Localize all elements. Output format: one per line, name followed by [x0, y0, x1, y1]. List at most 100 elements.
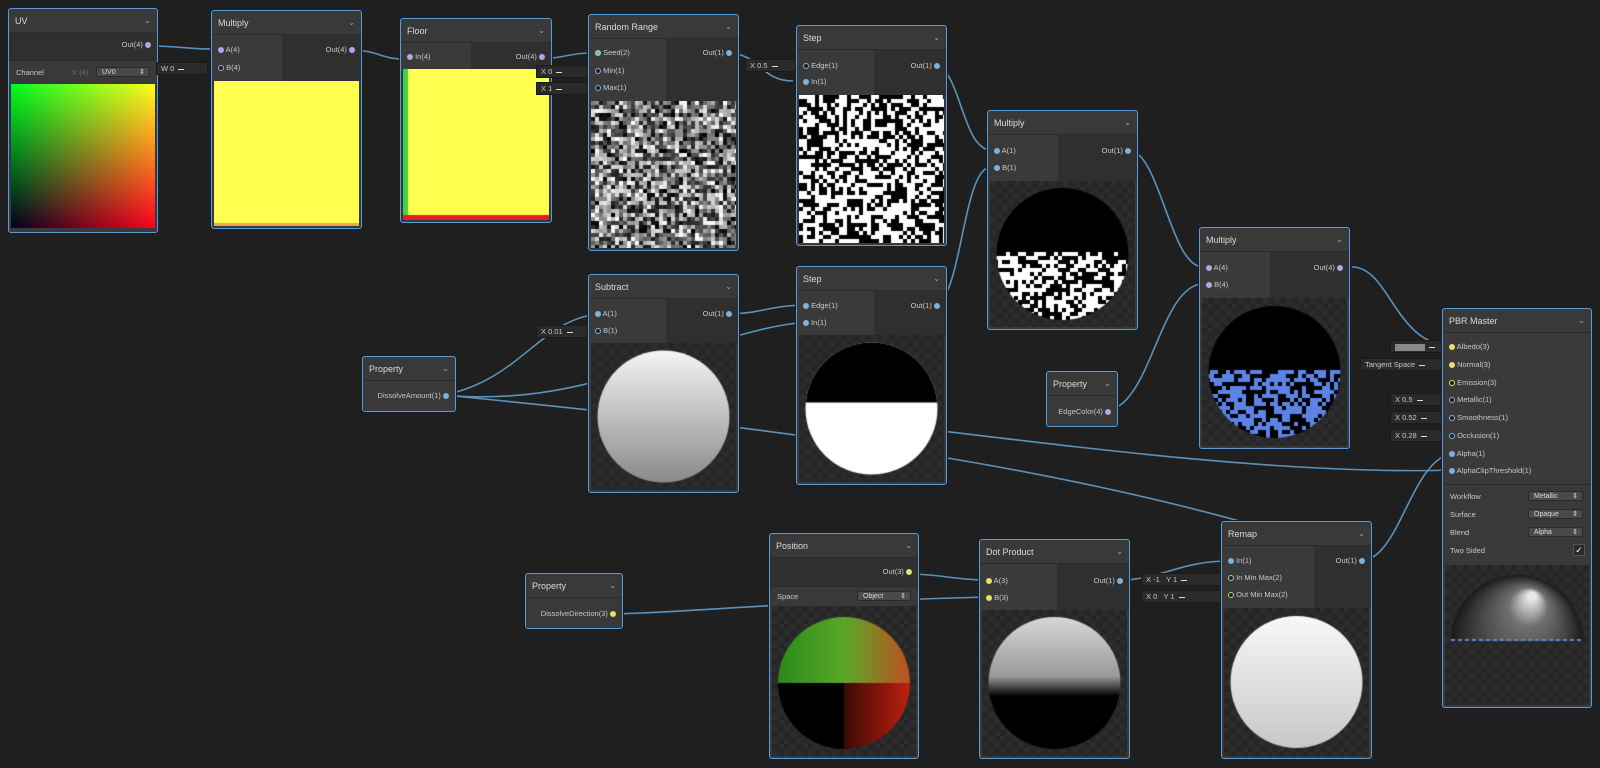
chevron-down-icon[interactable]: ⌄ — [1124, 118, 1131, 127]
property-node-edge-color[interactable]: Property ⌄ EdgeColor(4) — [1046, 371, 1118, 427]
output-port-icon[interactable] — [1125, 148, 1131, 154]
space-label: Space — [777, 592, 799, 601]
chevron-down-icon[interactable]: ⌄ — [144, 16, 151, 25]
input-port-icon[interactable] — [803, 303, 809, 309]
chevron-down-icon[interactable]: ⌄ — [1358, 529, 1365, 538]
output-port-icon[interactable] — [906, 569, 912, 575]
step-node-2[interactable]: Step ⌄ Edge(1) In(1) Out(1) — [796, 266, 947, 485]
input-port-icon[interactable] — [218, 65, 224, 71]
output-port-icon[interactable] — [726, 311, 732, 317]
subtract-b-input[interactable]: X 0.01 — [536, 325, 594, 338]
remap-in-minmax-input[interactable]: X -1 Y 1 — [1141, 573, 1223, 586]
chevron-down-icon[interactable]: ⌄ — [905, 541, 912, 550]
output-port-icon[interactable] — [1337, 265, 1343, 271]
pbr-master-node[interactable]: PBR Master ⌄ Albedo(3) Normal(3) Emission… — [1442, 308, 1592, 708]
surface-dropdown[interactable]: Opaque ⇕ — [1528, 509, 1583, 519]
subtract-node[interactable]: Subtract ⌄ A(1) B(1) Out(1) — [588, 274, 739, 493]
output-port-icon[interactable] — [610, 611, 616, 617]
property-node-dissolve-direction[interactable]: Property ⌄ DissolveDirection(3) — [525, 573, 623, 629]
albedo-color-swatch[interactable] — [1390, 340, 1444, 353]
input-port-icon[interactable] — [595, 311, 601, 317]
chevron-down-icon[interactable]: ⌄ — [1104, 379, 1111, 388]
chevron-down-icon[interactable]: ⌄ — [1116, 547, 1123, 556]
multiply-b-input[interactable]: W 0 — [156, 62, 208, 75]
chevron-down-icon[interactable]: ⌄ — [538, 26, 545, 35]
input-port-icon[interactable] — [1449, 468, 1455, 474]
dot-product-node[interactable]: Dot Product ⌄ A(3) B(3) Out(1) — [979, 539, 1130, 759]
workflow-dropdown[interactable]: Metallic ⇕ — [1528, 491, 1583, 501]
remap-out-minmax-input[interactable]: X 0 Y 1 — [1141, 590, 1223, 603]
output-port-icon[interactable] — [1117, 578, 1123, 584]
input-port-icon[interactable] — [803, 79, 809, 85]
connector-dash-icon — [556, 88, 563, 90]
chevron-down-icon[interactable]: ⌄ — [1336, 235, 1343, 244]
output-port-icon[interactable] — [349, 47, 355, 53]
chevron-down-icon[interactable]: ⌄ — [442, 364, 449, 373]
property-node-dissolve-amount[interactable]: Property ⌄ DissolveAmount(1) — [362, 356, 456, 412]
position-node[interactable]: Position ⌄ Out(3) Space Object ⇕ — [769, 533, 919, 759]
step-node-1[interactable]: Step ⌄ Edge(1) In(1) Out(1) — [796, 25, 947, 246]
input-port-icon[interactable] — [595, 50, 601, 56]
random-range-node[interactable]: Random Range ⌄ Seed(2) Min(1) Max(1) Out(… — [588, 14, 739, 251]
input-port-icon[interactable] — [986, 595, 992, 601]
occlusion-input[interactable]: X 0.28 — [1390, 429, 1444, 442]
input-port-icon[interactable] — [1206, 282, 1212, 288]
chevron-down-icon[interactable]: ⌄ — [609, 581, 616, 590]
two-sided-checkbox[interactable]: ✓ — [1573, 544, 1585, 556]
input-port-icon[interactable] — [1449, 344, 1455, 350]
input-port-icon[interactable] — [407, 54, 413, 60]
chevron-down-icon[interactable]: ⌄ — [933, 33, 940, 42]
channel-value: UV0 — [102, 69, 116, 76]
input-port-icon[interactable] — [1228, 558, 1234, 564]
input-port-icon[interactable] — [1449, 362, 1455, 368]
input-port-icon[interactable] — [218, 47, 224, 53]
uv-node[interactable]: UV ⌄ Out(4) Channel X (4) UV0 ⇕ — [8, 8, 158, 233]
chevron-down-icon[interactable]: ⌄ — [725, 282, 732, 291]
random-max-input[interactable]: X 1 — [536, 82, 590, 95]
output-port-icon[interactable] — [934, 303, 940, 309]
output-port-icon[interactable] — [443, 393, 449, 399]
multiply-node-1[interactable]: Multiply ⌄ A(4) B(4) Out(4) — [211, 10, 362, 229]
input-port-icon[interactable] — [986, 578, 992, 584]
input-port-icon[interactable] — [595, 328, 601, 334]
output-port-icon[interactable] — [1105, 409, 1111, 415]
random-min-input[interactable]: X 0 — [536, 65, 590, 78]
channel-dropdown[interactable]: UV0 ⇕ — [96, 67, 150, 77]
remap-node[interactable]: Remap ⌄ In(1) In Min Max(2) Out Min Max(2… — [1221, 521, 1372, 759]
input-port-icon[interactable] — [1449, 433, 1455, 439]
input-port-icon[interactable] — [595, 85, 601, 91]
metallic-input[interactable]: X 0.5 — [1390, 393, 1444, 406]
surface-value: Opaque — [1534, 511, 1559, 518]
multiply-node-2[interactable]: Multiply ⌄ A(1) B(1) Out(1) — [987, 110, 1138, 330]
space-dropdown[interactable]: Object ⇕ — [857, 591, 911, 601]
chevron-down-icon[interactable]: ⌄ — [348, 18, 355, 27]
normal-input[interactable]: Tangent Space — [1360, 358, 1444, 371]
blend-dropdown[interactable]: Alpha ⇕ — [1528, 527, 1583, 537]
input-port-icon[interactable] — [1228, 575, 1234, 581]
output-port-icon[interactable] — [1359, 558, 1365, 564]
input-port-icon[interactable] — [595, 68, 601, 74]
output-port-icon[interactable] — [539, 54, 545, 60]
input-port-icon[interactable] — [803, 320, 809, 326]
output-port-icon[interactable] — [934, 63, 940, 69]
step-edge-input[interactable]: X 0.5 — [745, 59, 797, 72]
chevron-down-icon[interactable]: ⌄ — [725, 22, 732, 31]
input-port-icon[interactable] — [1206, 265, 1212, 271]
input-port-icon[interactable] — [1449, 451, 1455, 457]
node-title: Property — [532, 580, 567, 591]
input-port-icon[interactable] — [994, 148, 1000, 154]
output-port-icon[interactable] — [145, 42, 151, 48]
input-port-icon[interactable] — [1449, 415, 1455, 421]
input-port-icon[interactable] — [1449, 397, 1455, 403]
smoothness-input[interactable]: X 0.52 — [1390, 411, 1444, 424]
input-port-icon[interactable] — [1228, 592, 1234, 598]
chevron-down-icon[interactable]: ⌄ — [1578, 316, 1585, 325]
input-port-icon[interactable] — [994, 165, 1000, 171]
connector-dash-icon — [1178, 596, 1185, 598]
output-port-icon[interactable] — [726, 50, 732, 56]
multiply-node-3[interactable]: Multiply ⌄ A(4) B(4) Out(4) — [1199, 227, 1350, 449]
input-port-icon[interactable] — [803, 63, 809, 69]
input-port-icon[interactable] — [1449, 380, 1455, 386]
chevron-down-icon[interactable]: ⌄ — [933, 274, 940, 283]
floor-node[interactable]: Floor ⌄ In(4) Out(4) — [400, 18, 552, 223]
